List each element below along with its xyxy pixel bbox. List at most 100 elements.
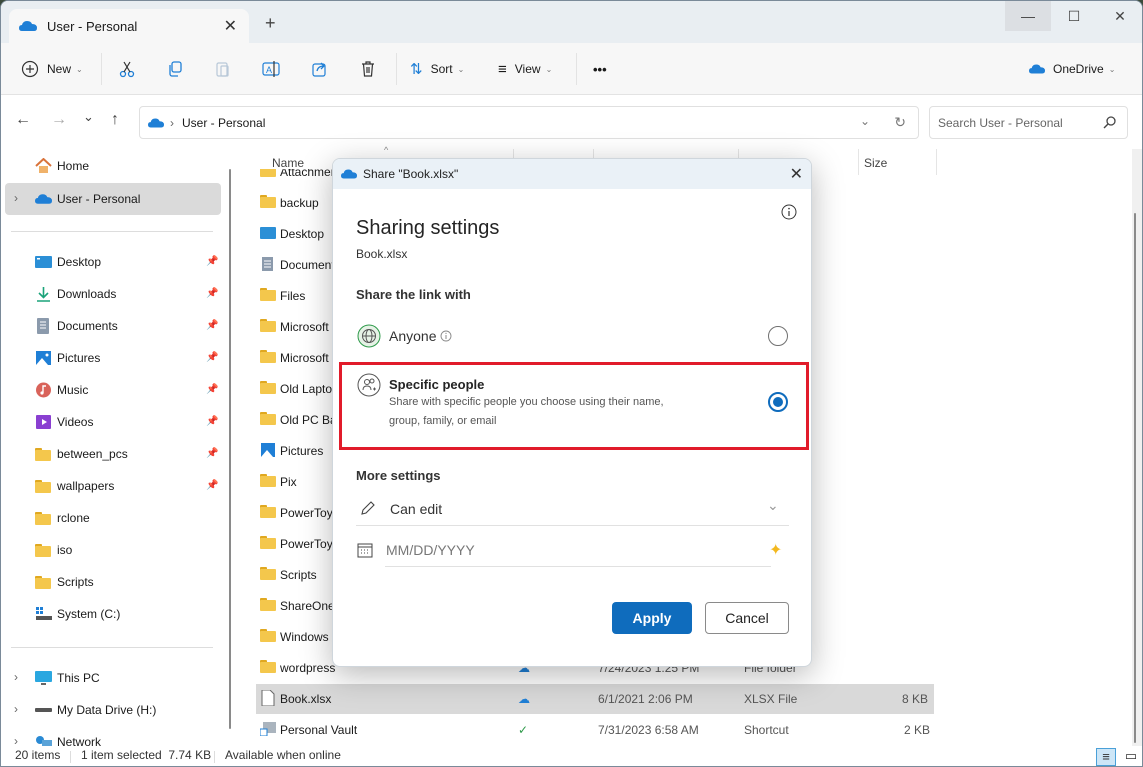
sidebar-item-between-pcs[interactable]: between_pcs 📌 [1,438,221,470]
permission-value: Can edit [390,501,443,517]
file-type: Shortcut [744,723,789,737]
sidebar-scrollbar[interactable] [229,169,231,729]
file-row[interactable]: Book.xlsx ☁ 6/1/2021 2:06 PM XLSX File 8 KB [256,684,934,714]
cloud-status-icon: ☁ [518,692,530,706]
close-window-button[interactable]: ✕ [1097,1,1142,31]
people-icon [357,373,381,397]
copy-button[interactable] [166,43,184,95]
folder-icon [35,480,52,496]
folder-icon [260,474,276,488]
onedrive-cloud-icon [341,169,357,179]
pin-icon[interactable]: 📌 [206,288,218,299]
sidebar-item-label: Downloads [57,287,117,301]
info-icon[interactable] [781,204,797,220]
new-tab-button[interactable]: + [265,13,276,34]
pin-icon[interactable]: 📌 [206,416,218,427]
pin-icon[interactable]: 📌 [206,320,218,331]
folder-icon [260,288,276,302]
file-name: Book.xlsx [280,692,332,706]
breadcrumb-user-personal[interactable]: User - Personal [182,116,265,130]
search-icon [1103,116,1116,129]
folder-icon [260,505,276,519]
file-icon [261,690,275,706]
sidebar-item-rclone[interactable]: rclone [1,502,221,534]
share-button[interactable] [311,43,329,95]
column-header-size[interactable]: Size [864,156,887,170]
column-header-name[interactable]: Name [272,156,304,170]
option-specific-people-description-1: Share with specific people you choose us… [389,396,664,408]
more-options-button[interactable]: ••• [593,43,607,95]
expand-chevron-icon[interactable]: › [14,670,18,684]
recent-locations-button[interactable]: ⌄ [83,109,94,125]
divider [576,53,577,85]
pin-icon[interactable]: 📌 [206,448,218,459]
sidebar-item-label: Desktop [57,255,102,269]
minimize-button[interactable]: — [1005,1,1051,31]
pin-icon[interactable]: 📌 [206,384,218,395]
sidebar-item-downloads[interactable]: Downloads 📌 [1,278,221,310]
file-row[interactable]: Personal Vault ✓ 7/31/2023 6:58 AM Shortcut… [256,715,936,745]
file-explorer-window: User - Personal ✕ + — ☐ ✕ New ⌄ A ⇅ Sort… [0,0,1143,767]
file-name: Scripts [280,568,317,582]
sort-button[interactable]: ⇅ Sort ⌄ [410,43,464,95]
refresh-icon[interactable]: ↻ [894,114,906,131]
apply-button[interactable]: Apply [612,602,692,634]
sidebar-item-user-personal[interactable]: › User - Personal [5,183,221,215]
search-input[interactable]: Search User - Personal [929,106,1128,139]
sidebar-item-desktop[interactable]: Desktop 📌 [1,246,221,278]
close-dialog-button[interactable]: ✕ [790,164,803,184]
view-button[interactable]: ≡ View ⌄ [498,43,552,95]
cancel-button[interactable]: Cancel [705,602,789,634]
close-tab-icon[interactable]: ✕ [224,16,237,36]
expand-chevron-icon[interactable]: › [14,191,18,205]
share-with-label: Share the link with [356,287,471,302]
chevron-down-icon: ⌄ [545,64,553,74]
address-bar[interactable]: › User - Personal ⌄ ↻ [139,106,919,139]
sidebar-item-label: Documents [57,319,118,333]
maximize-button[interactable]: ☐ [1051,1,1097,31]
file-name: Pix [280,475,297,489]
title-bar: User - Personal ✕ + — ☐ ✕ [1,1,1142,43]
address-dropdown-icon[interactable]: ⌄ [860,114,870,128]
details-view-button[interactable]: ≡ [1096,748,1116,766]
divider [11,231,213,232]
back-button[interactable]: ← [15,111,31,129]
sidebar-item-label: Home [57,159,90,173]
file-name: ShareOne [280,599,335,613]
radio-specific-people[interactable] [768,392,788,412]
sidebar-item-label: between_pcs [57,447,128,461]
paste-button[interactable] [214,43,232,95]
scissors-icon [119,61,135,78]
sidebar-item-this-pc[interactable]: › This PC [1,662,221,694]
tab-user-personal[interactable]: User - Personal ✕ [9,9,249,43]
folder-icon [260,350,276,364]
delete-button[interactable] [359,43,377,95]
sidebar-item-documents[interactable]: Documents 📌 [1,310,221,342]
pin-icon[interactable]: 📌 [206,352,218,363]
up-button[interactable]: ↑ [111,111,119,129]
sidebar-item-system-c[interactable]: System (C:) [1,598,221,630]
info-icon[interactable] [440,330,452,342]
pin-icon[interactable]: 📌 [206,480,218,491]
sidebar-item-scripts[interactable]: Scripts [1,566,221,598]
tab-label: User - Personal [47,18,138,34]
new-button[interactable]: New ⌄ [21,43,83,95]
pin-icon[interactable]: 📌 [206,256,218,267]
sidebar-item-pictures[interactable]: Pictures 📌 [1,342,221,374]
onedrive-button[interactable]: OneDrive ⌄ [1029,43,1115,95]
sidebar-item-my-data-drive[interactable]: › My Data Drive (H:) [1,694,221,726]
radio-anyone[interactable] [768,326,788,346]
sidebar-item-wallpapers[interactable]: wallpapers 📌 [1,470,221,502]
rename-button[interactable]: A [262,43,280,95]
sidebar-item-home[interactable]: Home [1,150,221,182]
sidebar-item-music[interactable]: Music 📌 [1,374,221,406]
forward-button[interactable]: → [51,111,67,129]
cut-button[interactable] [118,43,136,95]
sidebar-item-label: wallpapers [57,479,115,493]
tiles-view-button[interactable]: ▭ [1121,748,1141,766]
documents-icon [262,257,273,271]
sidebar-item-videos[interactable]: Videos 📌 [1,406,221,438]
file-list-scrollbar[interactable] [1134,213,1136,743]
expand-chevron-icon[interactable]: › [14,702,18,716]
sidebar-item-iso[interactable]: iso [1,534,221,566]
